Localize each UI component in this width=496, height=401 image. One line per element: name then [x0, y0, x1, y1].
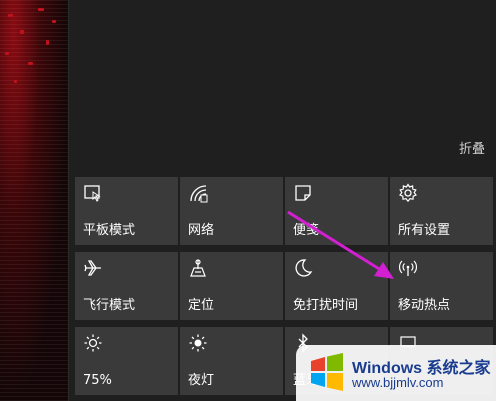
tile-label: 所有设置: [398, 223, 451, 238]
desktop-wallpaper: [0, 0, 68, 401]
gear-icon: [399, 183, 417, 203]
location-icon: [190, 259, 206, 277]
tile-all-settings[interactable]: 所有设置: [390, 177, 493, 245]
collapse-link[interactable]: 折叠: [459, 138, 485, 157]
brightness-icon: [84, 334, 102, 352]
night-light-icon: [189, 334, 207, 352]
watermark-url: www.bjjmlv.com: [352, 375, 444, 390]
tile-mobile-hotspot[interactable]: 移动热点: [390, 252, 493, 320]
tile-note[interactable]: 便笺: [285, 177, 388, 245]
watermark: Windows 系统之家 www.bjjmlv.com: [296, 345, 496, 401]
tile-label: 免打扰时间: [293, 298, 359, 313]
tablet-mode-icon: [84, 185, 101, 202]
tile-quiet-hours[interactable]: 免打扰时间: [285, 252, 388, 320]
tile-label: 75%: [83, 373, 112, 388]
tile-brightness[interactable]: 75%: [75, 327, 178, 395]
tile-night-light[interactable]: 夜灯: [180, 327, 283, 395]
tile-network[interactable]: 网络: [180, 177, 283, 245]
tile-label: 移动热点: [398, 298, 451, 313]
hotspot-icon: [398, 260, 418, 276]
tile-label: 夜灯: [188, 373, 215, 388]
tile-label: 网络: [188, 223, 215, 238]
airplane-icon: [84, 260, 101, 276]
tile-airplane-mode[interactable]: 飞行模式: [75, 252, 178, 320]
note-icon: [295, 185, 311, 201]
tile-location[interactable]: 定位: [180, 252, 283, 320]
tile-tablet-mode[interactable]: 平板模式: [75, 177, 178, 245]
windows-logo-icon: [311, 353, 343, 391]
tile-label: 平板模式: [83, 223, 136, 238]
moon-icon: [295, 259, 313, 277]
action-center-panel: 折叠 平板模式 网络 便笺 所有设置 飞行模式 定位 免打扰时间 移动热点 75…: [68, 0, 496, 401]
tile-label: 便笺: [293, 223, 320, 238]
tile-label: 定位: [188, 298, 215, 313]
tile-label: 飞行模式: [83, 298, 136, 313]
network-icon: [190, 185, 208, 203]
